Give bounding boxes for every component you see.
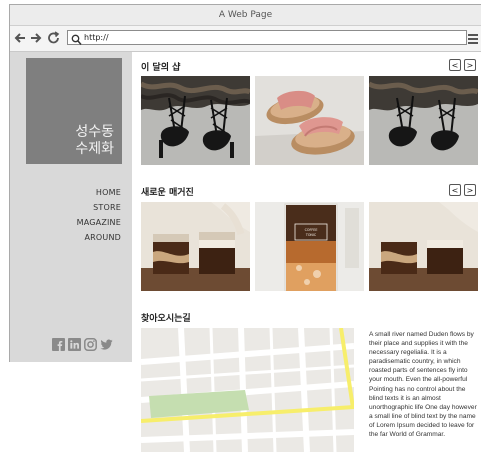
- section-title-shops: 이 달의 샵: [141, 63, 181, 73]
- nav-magazine[interactable]: MAGAZINE: [77, 215, 121, 230]
- shop-image-sandals[interactable]: [255, 76, 364, 165]
- twitter-icon[interactable]: [100, 338, 113, 351]
- url-input[interactable]: [84, 31, 459, 44]
- shop-image-heels-2[interactable]: [369, 76, 478, 165]
- magazine-prev-button[interactable]: <: [449, 184, 461, 196]
- sidebar-nav: HOME STORE MAGAZINE AROUND: [77, 185, 121, 245]
- logo[interactable]: 성수동 수제화: [26, 58, 122, 164]
- address-bar[interactable]: [67, 30, 467, 45]
- browser-window: A Web Page 성수동 수제화 HOME STORE MAGAZINE A…: [9, 4, 481, 362]
- window-title: A Web Page: [10, 5, 481, 26]
- sidebar: 성수동 수제화 HOME STORE MAGAZINE AROUND: [10, 52, 132, 362]
- social-links: [52, 338, 113, 351]
- drink-card-line2: TONIC: [305, 233, 317, 237]
- instagram-icon[interactable]: [84, 338, 97, 351]
- magazine-image-coffee[interactable]: [141, 202, 250, 291]
- back-icon[interactable]: [14, 29, 26, 53]
- nav-home[interactable]: HOME: [77, 185, 121, 200]
- shop-image-heels[interactable]: [141, 76, 250, 165]
- logo-text: 성수동 수제화: [75, 124, 114, 157]
- search-icon: [71, 31, 82, 45]
- browser-toolbar: [10, 26, 481, 52]
- hamburger-menu-icon[interactable]: [468, 34, 478, 46]
- forward-icon[interactable]: [30, 29, 42, 53]
- magazine-image-coffee-2[interactable]: [369, 202, 478, 291]
- facebook-icon[interactable]: [52, 338, 65, 351]
- location-map[interactable]: [141, 328, 354, 452]
- section-title-magazine: 새로운 매거진: [141, 188, 194, 198]
- linkedin-icon[interactable]: [68, 338, 81, 351]
- magazine-next-button[interactable]: >: [464, 184, 476, 196]
- nav-store[interactable]: STORE: [77, 200, 121, 215]
- reload-icon[interactable]: [48, 29, 60, 53]
- shops-prev-button[interactable]: <: [449, 59, 461, 71]
- drink-card-line1: COFFEE: [305, 228, 318, 232]
- magazine-image-tonic[interactable]: COFFEE TONIC: [255, 202, 364, 291]
- map-description: A small river named Duden flows by their…: [369, 331, 477, 439]
- shops-next-button[interactable]: >: [464, 59, 476, 71]
- section-title-directions: 찾아오시는길: [141, 314, 191, 324]
- nav-around[interactable]: AROUND: [77, 230, 121, 245]
